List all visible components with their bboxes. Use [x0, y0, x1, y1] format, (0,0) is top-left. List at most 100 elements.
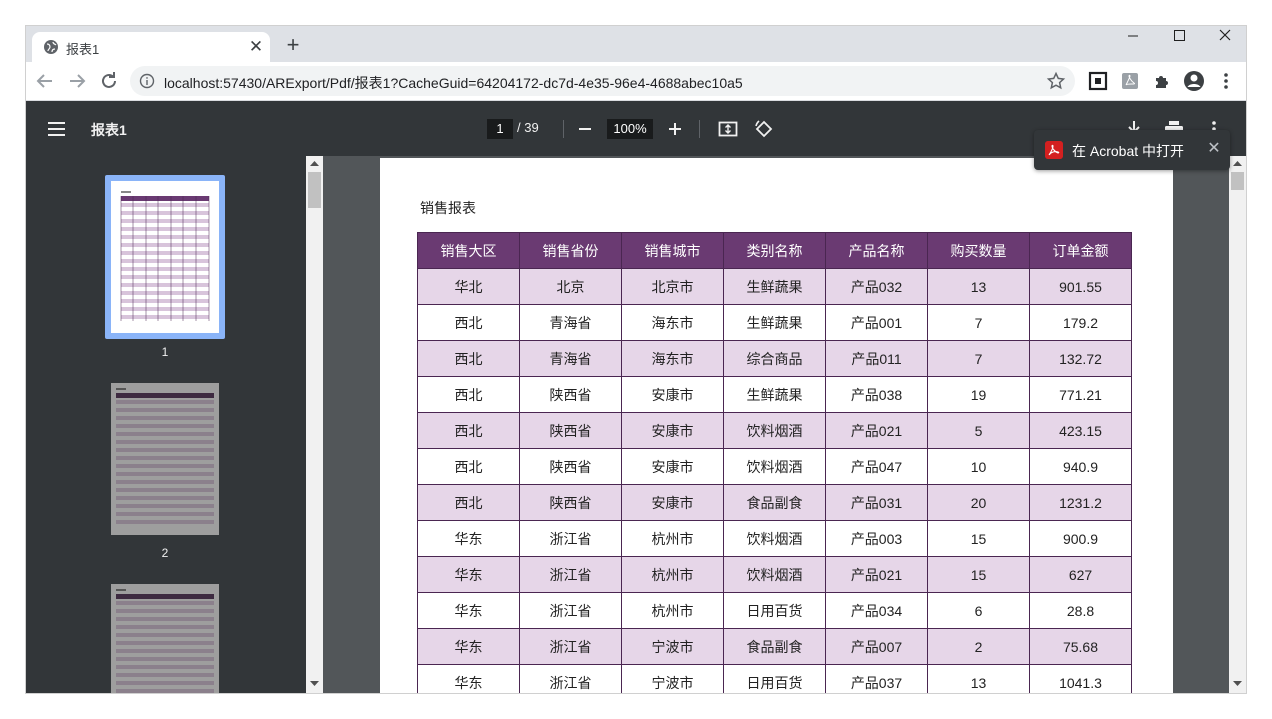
- table-cell: 浙江省: [519, 556, 622, 593]
- table-cell: 10: [927, 448, 1030, 485]
- table-row: 西北 陕西省 安康市 饮料烟酒 产品047 10 940.9: [417, 448, 1132, 485]
- table-cell: 日用百货: [723, 592, 826, 629]
- tab-close-icon[interactable]: ✕: [246, 37, 266, 57]
- browser-toolbar: localhost:57430/ARExport/Pdf/报表1?CacheGu…: [26, 62, 1246, 101]
- table-cell: 海东市: [621, 340, 724, 377]
- table-cell: 西北: [417, 340, 520, 377]
- page-number-input[interactable]: 1: [487, 119, 513, 139]
- table-cell: 产品034: [825, 592, 928, 629]
- rotate-icon[interactable]: [752, 117, 776, 141]
- table-cell: 5: [927, 412, 1030, 449]
- extension-square-icon[interactable]: [1087, 70, 1109, 92]
- profile-avatar-icon[interactable]: [1183, 70, 1205, 92]
- acrobat-extension-icon[interactable]: [1119, 70, 1141, 92]
- table-row: 西北 青海省 海东市 生鲜蔬果 产品001 7 179.2: [417, 304, 1132, 341]
- table-cell: 产品021: [825, 556, 928, 593]
- table-cell: 771.21: [1029, 376, 1132, 413]
- reload-icon[interactable]: [97, 69, 121, 93]
- thumbnail-preview: [116, 589, 214, 693]
- new-tab-button[interactable]: +: [282, 34, 304, 56]
- open-in-acrobat-text[interactable]: 在 Acrobat 中打开: [1072, 141, 1184, 161]
- table-row: 华东 浙江省 宁波市 食品副食 产品007 2 75.68: [417, 628, 1132, 665]
- close-icon[interactable]: ✕: [1204, 139, 1224, 159]
- maximize-icon: [1174, 30, 1185, 41]
- browser-menu-icon[interactable]: [1215, 70, 1237, 92]
- thumbnail-preview: [120, 191, 210, 321]
- back-arrow-icon[interactable]: [33, 69, 57, 93]
- bookmark-star-icon[interactable]: [1046, 71, 1066, 91]
- table-cell: 产品038: [825, 376, 928, 413]
- thumbnail-page-1[interactable]: [111, 181, 219, 333]
- table-cell: 生鲜蔬果: [723, 376, 826, 413]
- close-window-button[interactable]: [1202, 26, 1246, 56]
- table-cell: 浙江省: [519, 664, 622, 693]
- table-cell: 产品003: [825, 520, 928, 557]
- thumbnail-page-2[interactable]: [111, 383, 219, 535]
- globe-icon: [44, 40, 58, 54]
- table-cell: 1231.2: [1029, 484, 1132, 521]
- table-cell: 15: [927, 556, 1030, 593]
- report-title: 销售报表: [420, 200, 476, 216]
- table-cell: 15: [927, 520, 1030, 557]
- sidebar-scrollbar[interactable]: [306, 156, 323, 693]
- thumbnail-page-3[interactable]: [111, 584, 219, 693]
- table-cell: 19: [927, 376, 1030, 413]
- table-cell: 20: [927, 484, 1030, 521]
- info-icon[interactable]: [139, 73, 155, 89]
- table-cell: 浙江省: [519, 592, 622, 629]
- table-row: 西北 青海省 海东市 综合商品 产品011 7 132.72: [417, 340, 1132, 377]
- table-cell: 陕西省: [519, 412, 622, 449]
- main-scroll-thumb[interactable]: [1231, 172, 1244, 190]
- forward-arrow-icon[interactable]: [65, 69, 89, 93]
- scroll-down-arrow-icon[interactable]: [1233, 681, 1242, 687]
- table-row: 华东 浙江省 杭州市 饮料烟酒 产品003 15 900.9: [417, 520, 1132, 557]
- column-header: 产品名称: [825, 232, 928, 269]
- column-header: 购买数量: [927, 232, 1030, 269]
- table-cell: 西北: [417, 376, 520, 413]
- url-text[interactable]: localhost:57430/ARExport/Pdf/报表1?CacheGu…: [164, 73, 743, 93]
- minimize-icon: [1128, 35, 1138, 37]
- acrobat-icon: [1045, 141, 1063, 159]
- table-cell: 海东市: [621, 304, 724, 341]
- table-cell: 华东: [417, 556, 520, 593]
- table-cell: 华东: [417, 592, 520, 629]
- column-header: 类别名称: [723, 232, 826, 269]
- table-cell: 食品副食: [723, 628, 826, 665]
- table-cell: 627: [1029, 556, 1132, 593]
- zoom-out-icon[interactable]: [573, 117, 597, 141]
- table-row: 华东 浙江省 宁波市 日用百货 产品037 13 1041.3: [417, 664, 1132, 693]
- table-row: 西北 陕西省 安康市 饮料烟酒 产品021 5 423.15: [417, 412, 1132, 449]
- sidebar-scroll-thumb[interactable]: [308, 172, 321, 208]
- table-cell: 食品副食: [723, 484, 826, 521]
- puzzle-extensions-icon[interactable]: [1151, 70, 1173, 92]
- table-cell: 西北: [417, 448, 520, 485]
- table-cell: 宁波市: [621, 664, 724, 693]
- table-cell: 饮料烟酒: [723, 448, 826, 485]
- open-in-acrobat-prompt[interactable]: 在 Acrobat 中打开 ✕: [1034, 130, 1230, 170]
- table-cell: 6: [927, 592, 1030, 629]
- hamburger-menu-icon[interactable]: [46, 119, 68, 139]
- close-icon: [1219, 29, 1231, 41]
- table-cell: 产品011: [825, 340, 928, 377]
- maximize-button[interactable]: [1156, 26, 1202, 56]
- thumbnail-sidebar: 1 2: [26, 156, 306, 693]
- table-header-row: 销售大区 销售省份 销售城市 类别名称 产品名称 购买数量 订单金额: [417, 232, 1132, 269]
- zoom-level-input[interactable]: 100%: [607, 119, 653, 139]
- scroll-up-arrow-icon[interactable]: [1233, 160, 1242, 166]
- table-cell: 900.9: [1029, 520, 1132, 557]
- main-scrollbar[interactable]: [1229, 156, 1246, 693]
- table-cell: 1041.3: [1029, 664, 1132, 693]
- fit-to-page-icon[interactable]: [716, 117, 740, 141]
- table-cell: 安康市: [621, 484, 724, 521]
- column-header: 销售省份: [519, 232, 622, 269]
- address-bar[interactable]: localhost:57430/ARExport/Pdf/报表1?CacheGu…: [130, 66, 1075, 96]
- table-cell: 日用百货: [723, 664, 826, 693]
- scroll-up-arrow-icon[interactable]: [310, 160, 319, 166]
- column-header: 销售城市: [621, 232, 724, 269]
- table-cell: 安康市: [621, 412, 724, 449]
- table-cell: 华东: [417, 664, 520, 693]
- scroll-down-arrow-icon[interactable]: [310, 681, 319, 687]
- minimize-button[interactable]: [1110, 26, 1156, 56]
- zoom-in-icon[interactable]: [663, 117, 687, 141]
- browser-tab[interactable]: 报表1 ✕: [32, 32, 270, 62]
